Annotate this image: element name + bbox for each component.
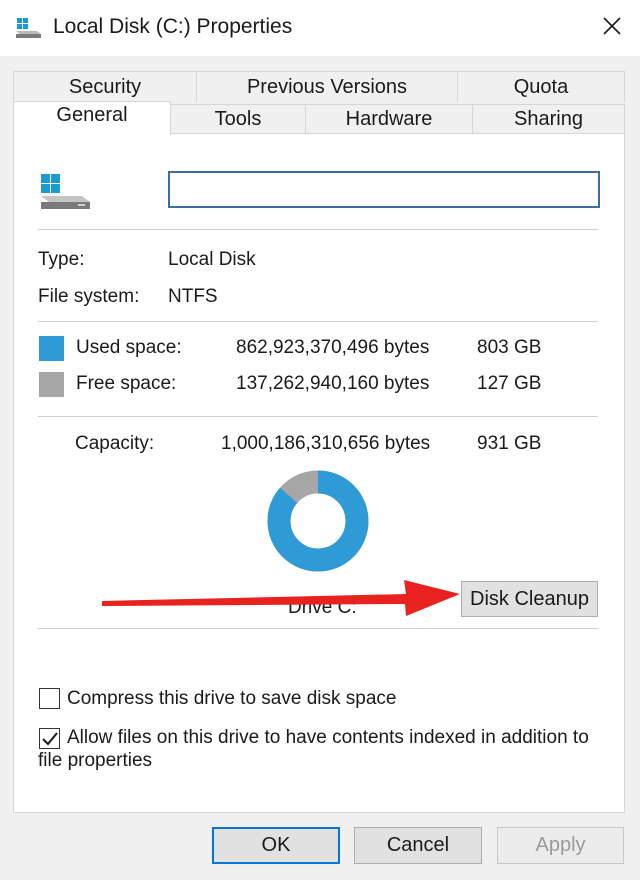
file-system-value: NTFS xyxy=(168,286,218,307)
type-value: Local Disk xyxy=(168,249,256,270)
tab-general[interactable]: General xyxy=(13,101,171,135)
type-label: Type: xyxy=(38,249,85,270)
close-button[interactable] xyxy=(584,0,640,56)
index-label-line1: Allow files on this drive to have conten… xyxy=(67,727,589,748)
annotation-arrow xyxy=(102,580,460,616)
cancel-button[interactable]: Cancel xyxy=(354,827,482,864)
title-bar: Local Disk (C:) Properties xyxy=(0,0,640,56)
volume-label-input[interactable] xyxy=(168,171,600,208)
divider xyxy=(38,416,598,417)
divider xyxy=(38,628,598,629)
capacity-label: Capacity: xyxy=(75,433,155,454)
drive-icon xyxy=(38,172,94,217)
tab-tools[interactable]: Tools xyxy=(170,104,306,134)
checkmark-icon xyxy=(41,731,58,746)
tab-security[interactable]: Security xyxy=(13,71,197,102)
used-space-label: Used space: xyxy=(76,337,182,358)
drive-icon xyxy=(15,17,43,44)
used-space-bytes: 862,923,370,496 bytes xyxy=(236,337,430,358)
compress-checkbox[interactable] xyxy=(39,688,60,709)
tab-quota[interactable]: Quota xyxy=(457,71,625,102)
apply-button[interactable]: Apply xyxy=(497,827,624,864)
file-system-label: File system: xyxy=(38,286,140,307)
tab-hardware[interactable]: Hardware xyxy=(305,104,473,134)
index-label-line2: file properties xyxy=(38,750,153,771)
free-space-label: Free space: xyxy=(76,373,177,394)
divider xyxy=(38,321,598,322)
tab-sharing[interactable]: Sharing xyxy=(472,104,625,134)
used-space-size: 803 GB xyxy=(477,337,542,358)
free-space-bytes: 137,262,940,160 bytes xyxy=(236,373,430,394)
capacity-bytes: 1,000,186,310,656 bytes xyxy=(221,433,431,454)
index-checkbox[interactable] xyxy=(39,728,60,749)
disk-usage-donut xyxy=(267,470,369,572)
compress-label: Compress this drive to save disk space xyxy=(67,688,397,709)
free-space-swatch xyxy=(39,372,64,397)
ok-button[interactable]: OK xyxy=(212,827,340,864)
free-space-size: 127 GB xyxy=(477,373,542,394)
disk-cleanup-button[interactable]: Disk Cleanup xyxy=(461,581,598,617)
window-title: Local Disk (C:) Properties xyxy=(53,15,293,38)
used-space-swatch xyxy=(39,336,64,361)
capacity-size: 931 GB xyxy=(477,433,542,454)
close-icon xyxy=(602,16,622,41)
tab-previous-versions[interactable]: Previous Versions xyxy=(196,71,458,102)
divider xyxy=(38,229,598,230)
